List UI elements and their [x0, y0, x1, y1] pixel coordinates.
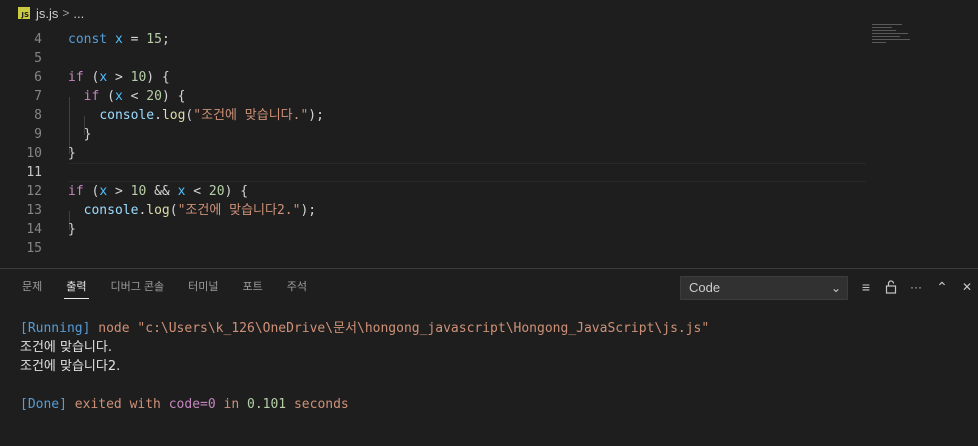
output-channel-value: Code	[689, 280, 721, 295]
javascript-file-icon: JS	[18, 7, 30, 19]
filter-list-icon[interactable]: ≡	[856, 277, 876, 297]
output-channel-select[interactable]: Code ⌄	[680, 276, 848, 300]
line-number: 15	[26, 241, 42, 256]
output-log: [Running] node "c:\Users\k_126\OneDrive\…	[20, 319, 709, 414]
breadcrumb: JS js.js > ...	[0, 0, 978, 26]
line-number: 4	[34, 32, 42, 47]
line-number: 13	[26, 203, 42, 218]
line-number: 5	[34, 51, 42, 66]
lock-icon[interactable]	[881, 277, 901, 297]
close-panel-icon[interactable]: ✕	[957, 277, 977, 297]
tab-terminal[interactable]: 터미널	[186, 269, 220, 305]
code-editor[interactable]: 4 const x = 15; 5 6 if (x > 10) { 7 if (…	[0, 30, 978, 264]
chevron-right-icon: >	[62, 6, 70, 20]
code-line: 14 }	[0, 220, 866, 239]
code-line: 8 console.log("조건에 맞습니다.");	[0, 106, 866, 125]
line-number: 7	[34, 89, 42, 104]
output-line: 조건에 맞습니다.	[20, 340, 112, 355]
breadcrumb-ellipsis[interactable]: ...	[73, 6, 84, 21]
line-number: 10	[26, 146, 42, 161]
tab-problems[interactable]: 문제	[20, 269, 44, 305]
line-number: 12	[26, 184, 42, 199]
line-number: 6	[34, 70, 42, 85]
line-number: 8	[34, 108, 42, 123]
line-number: 14	[26, 222, 42, 237]
code-line: 9 }	[0, 125, 866, 144]
chevron-down-icon: ⌄	[830, 281, 841, 295]
more-actions-icon[interactable]: ···	[906, 277, 926, 297]
code-line: 15	[0, 239, 866, 258]
tab-ports[interactable]: 포트	[241, 269, 265, 305]
output-running-line: [Running] node "c:\Users\k_126\OneDrive\…	[20, 321, 710, 336]
code-line: 12 if (x > 10 && x < 20) {	[0, 182, 866, 201]
breadcrumb-file[interactable]: js.js	[36, 6, 58, 21]
tab-debug-console[interactable]: 디버그 콘솔	[109, 269, 167, 305]
bottom-panel: 문제 출력 디버그 콘솔 터미널 포트 주석 Code ⌄ ≡ ··· ⌃ ✕ …	[0, 268, 978, 446]
maximize-panel-icon[interactable]: ⌃	[932, 277, 952, 297]
code-line: 4 const x = 15;	[0, 30, 866, 49]
code-line-active: 11	[0, 163, 866, 182]
output-line: 조건에 맞습니다2.	[20, 359, 121, 374]
minimap[interactable]	[872, 24, 916, 54]
code-line: 7 if (x < 20) {	[0, 87, 866, 106]
code-line: 6 if (x > 10) {	[0, 68, 866, 87]
panel-tabs: 문제 출력 디버그 콘솔 터미널 포트 주석	[0, 269, 309, 305]
tab-output[interactable]: 출력	[64, 269, 89, 305]
code-line: 5	[0, 49, 866, 68]
line-number: 9	[34, 127, 42, 142]
code-line: 13 console.log("조건에 맞습니다2.");	[0, 201, 866, 220]
output-done-line: [Done] exited with code=0 in 0.101 secon…	[20, 397, 349, 412]
code-line: 10 }	[0, 144, 866, 163]
tab-comments[interactable]: 주석	[285, 269, 309, 305]
line-number: 11	[26, 165, 42, 180]
